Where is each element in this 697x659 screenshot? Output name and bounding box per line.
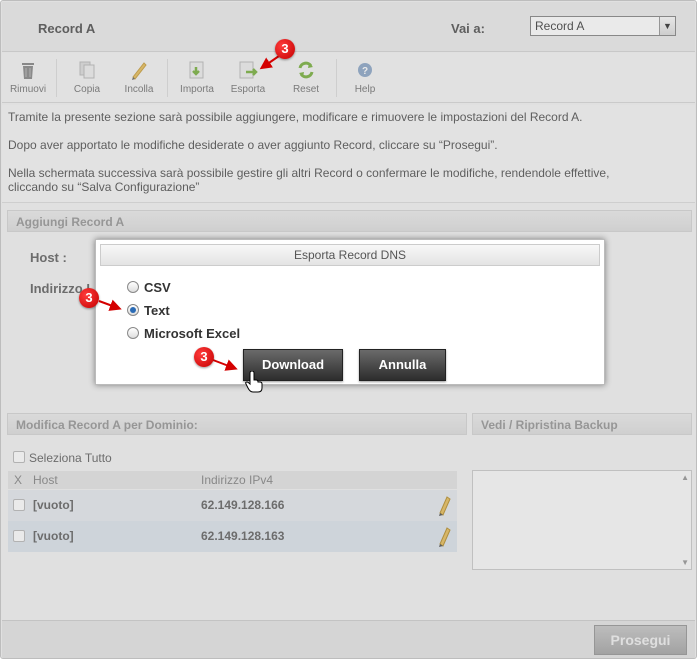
step-badge: 3 (275, 39, 295, 59)
step-badge: 3 (79, 288, 99, 308)
annotation-arrows (98, 55, 280, 371)
step-badge: 3 (194, 347, 214, 367)
app-window: Record A Vai a: Record A ▼ Rimuovi Copia… (0, 0, 697, 659)
